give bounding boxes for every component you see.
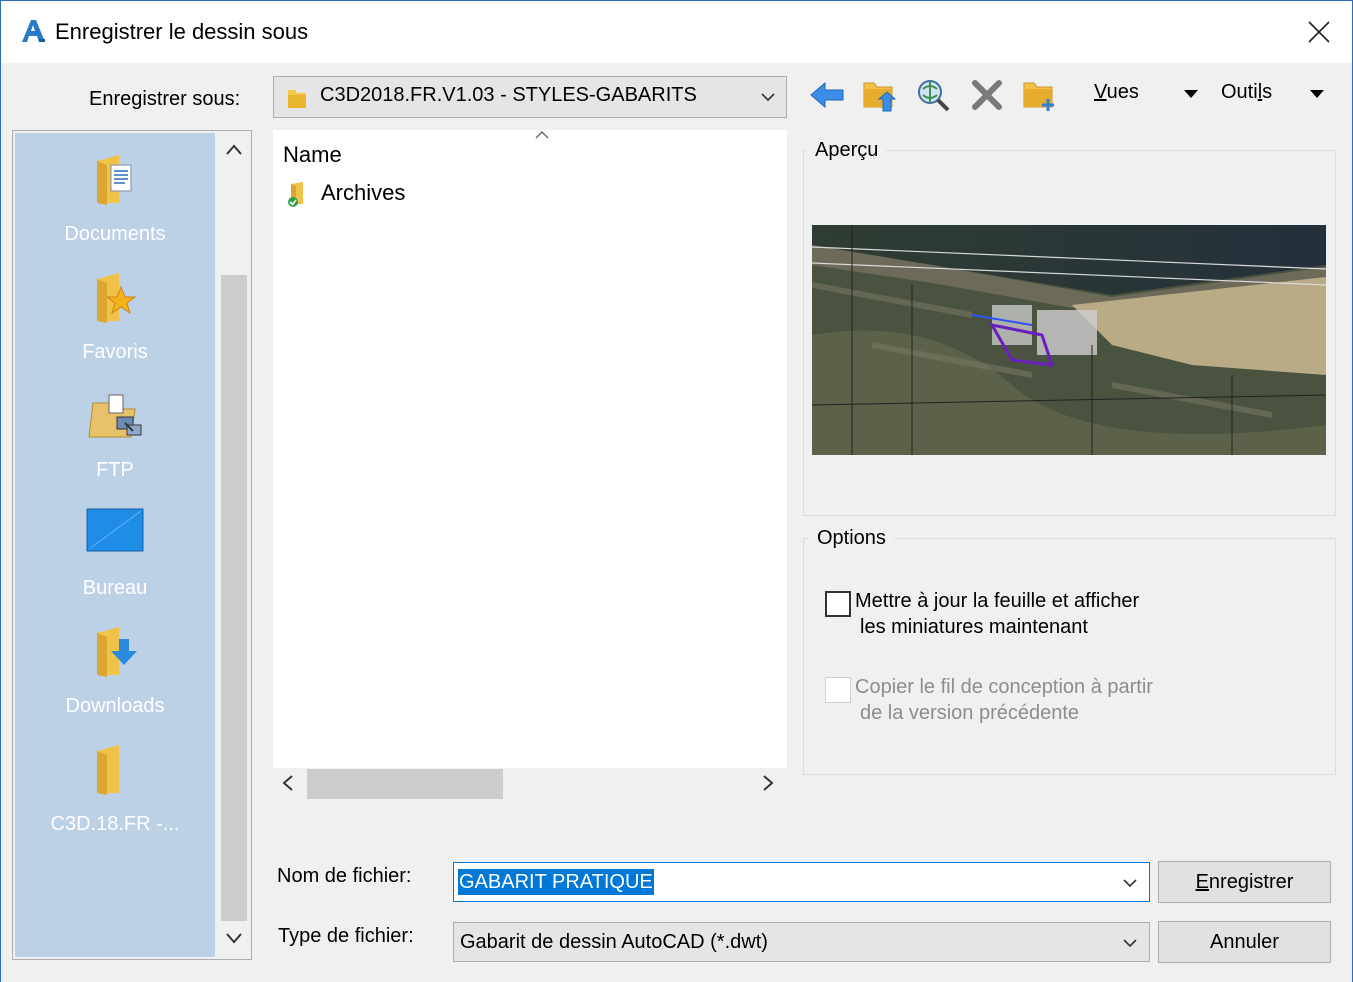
autocad-app-icon <box>22 20 45 42</box>
save-button[interactable]: Enregistrer <box>1158 861 1331 903</box>
place-ftp[interactable]: FTP <box>15 369 215 487</box>
search-web-button[interactable] <box>913 75 953 115</box>
folder-icon <box>288 90 306 108</box>
chevron-down-icon[interactable] <box>1122 875 1138 891</box>
list-item[interactable]: Archives <box>281 176 481 210</box>
preview-legend: Aperçu <box>807 139 887 162</box>
tools-menu-label-a: Outi <box>1221 81 1258 103</box>
place-label: Downloads <box>65 695 165 717</box>
preview-thumbnail <box>812 225 1326 455</box>
filename-value: GABARIT PRATIQUE <box>458 869 654 895</box>
place-label: Favoris <box>82 341 148 363</box>
copy-design-feed-label-line1: Copier le fil de conception à partir <box>855 676 1153 698</box>
places-list: Documents Favoris FTP Bureau Downloads C… <box>15 133 215 957</box>
save-button-key: E <box>1195 870 1209 893</box>
cancel-button[interactable]: Annuler <box>1158 921 1331 963</box>
dialog-window: Enregistrer le dessin sous Enregistrer s… <box>0 0 1353 982</box>
copy-design-feed-label-line2: de la version précédente <box>860 702 1080 724</box>
save-in-value: C3D2018.FR.V1.03 - STYLES-GABARITS <box>320 84 697 106</box>
favorites-folder-icon <box>97 273 137 323</box>
ftp-folder-icon <box>88 394 142 438</box>
place-favorites[interactable]: Favoris <box>15 251 215 369</box>
desktop-icon <box>86 508 144 552</box>
filename-input[interactable]: GABARIT PRATIQUE <box>453 862 1150 902</box>
filetype-dropdown[interactable]: Gabarit de dessin AutoCAD (*.dwt) <box>453 922 1150 962</box>
place-label: Bureau <box>82 577 148 599</box>
filetype-label: Type de fichier: <box>278 925 414 947</box>
update-thumbnails-label-line1: Mettre à jour la feuille et afficher <box>855 590 1140 612</box>
views-dropdown-arrow-icon[interactable] <box>1183 89 1199 99</box>
title-bar: Enregistrer le dessin sous <box>1 1 1352 63</box>
options-legend: Options <box>809 527 894 550</box>
documents-folder-icon <box>97 155 132 205</box>
scroll-down-arrow-icon[interactable] <box>225 931 243 945</box>
file-list-hscrollbar[interactable] <box>273 768 787 800</box>
search-web-icon <box>918 80 950 112</box>
update-thumbnails-label-line2: les miniatures maintenant <box>860 616 1088 638</box>
delete-icon <box>972 80 1002 110</box>
options-group <box>803 538 1336 775</box>
filetype-value: Gabarit de dessin AutoCAD (*.dwt) <box>460 931 768 953</box>
tools-menu[interactable]: Outils <box>1221 81 1272 104</box>
scroll-right-arrow-icon[interactable] <box>761 774 775 792</box>
delete-button[interactable] <box>967 75 1007 115</box>
tools-dropdown-arrow-icon[interactable] <box>1309 89 1325 99</box>
up-one-level-button[interactable] <box>859 75 899 115</box>
synced-folder-icon <box>288 182 303 207</box>
views-menu-key: V <box>1094 81 1107 103</box>
folder-icon <box>97 745 119 795</box>
scroll-left-arrow-icon[interactable] <box>281 774 295 792</box>
new-folder-icon <box>1023 82 1054 111</box>
places-bar: Documents Favoris FTP Bureau Downloads C… <box>12 130 252 960</box>
chevron-down-icon <box>761 93 775 102</box>
create-folder-button[interactable] <box>1019 75 1059 115</box>
save-in-label: Enregistrer sous: <box>89 88 241 110</box>
views-menu-label: ues <box>1106 81 1139 103</box>
copy-design-feed-checkbox <box>825 677 851 703</box>
window-title: Enregistrer le dessin sous <box>55 19 309 44</box>
place-label: Documents <box>64 223 166 245</box>
filename-label: Nom de fichier: <box>277 865 412 887</box>
save-in-dropdown[interactable]: C3D2018.FR.V1.03 - STYLES-GABARITS <box>273 76 787 118</box>
back-arrow-icon <box>810 81 844 109</box>
place-c3d-folder[interactable]: C3D.18.FR -... <box>15 723 215 841</box>
places-scrollbar[interactable] <box>217 133 251 957</box>
hscroll-thumb[interactable] <box>307 769 503 799</box>
place-documents[interactable]: Documents <box>15 133 215 251</box>
file-list[interactable]: Name Archives <box>273 130 787 768</box>
views-menu[interactable]: Vues <box>1094 81 1139 104</box>
close-button[interactable] <box>1297 13 1341 51</box>
sort-ascending-icon <box>535 131 549 139</box>
update-thumbnails-checkbox[interactable] <box>825 591 851 617</box>
preview-map-image <box>812 225 1326 455</box>
places-scroll-thumb[interactable] <box>221 275 247 921</box>
column-header-name[interactable]: Name <box>283 142 342 168</box>
chevron-down-icon <box>1123 939 1137 948</box>
place-label: C3D.18.FR -... <box>50 813 180 835</box>
save-button-label: nregistrer <box>1208 870 1294 893</box>
place-downloads[interactable]: Downloads <box>15 605 215 723</box>
list-item-label: Archives <box>321 180 406 205</box>
downloads-folder-icon <box>97 627 137 677</box>
place-label: FTP <box>96 459 134 481</box>
back-button[interactable] <box>807 75 847 115</box>
tools-menu-label-b: s <box>1262 81 1273 103</box>
scroll-up-arrow-icon[interactable] <box>225 143 243 157</box>
close-icon <box>1308 21 1330 43</box>
up-folder-icon <box>863 82 897 112</box>
place-desktop[interactable]: Bureau <box>15 487 215 605</box>
